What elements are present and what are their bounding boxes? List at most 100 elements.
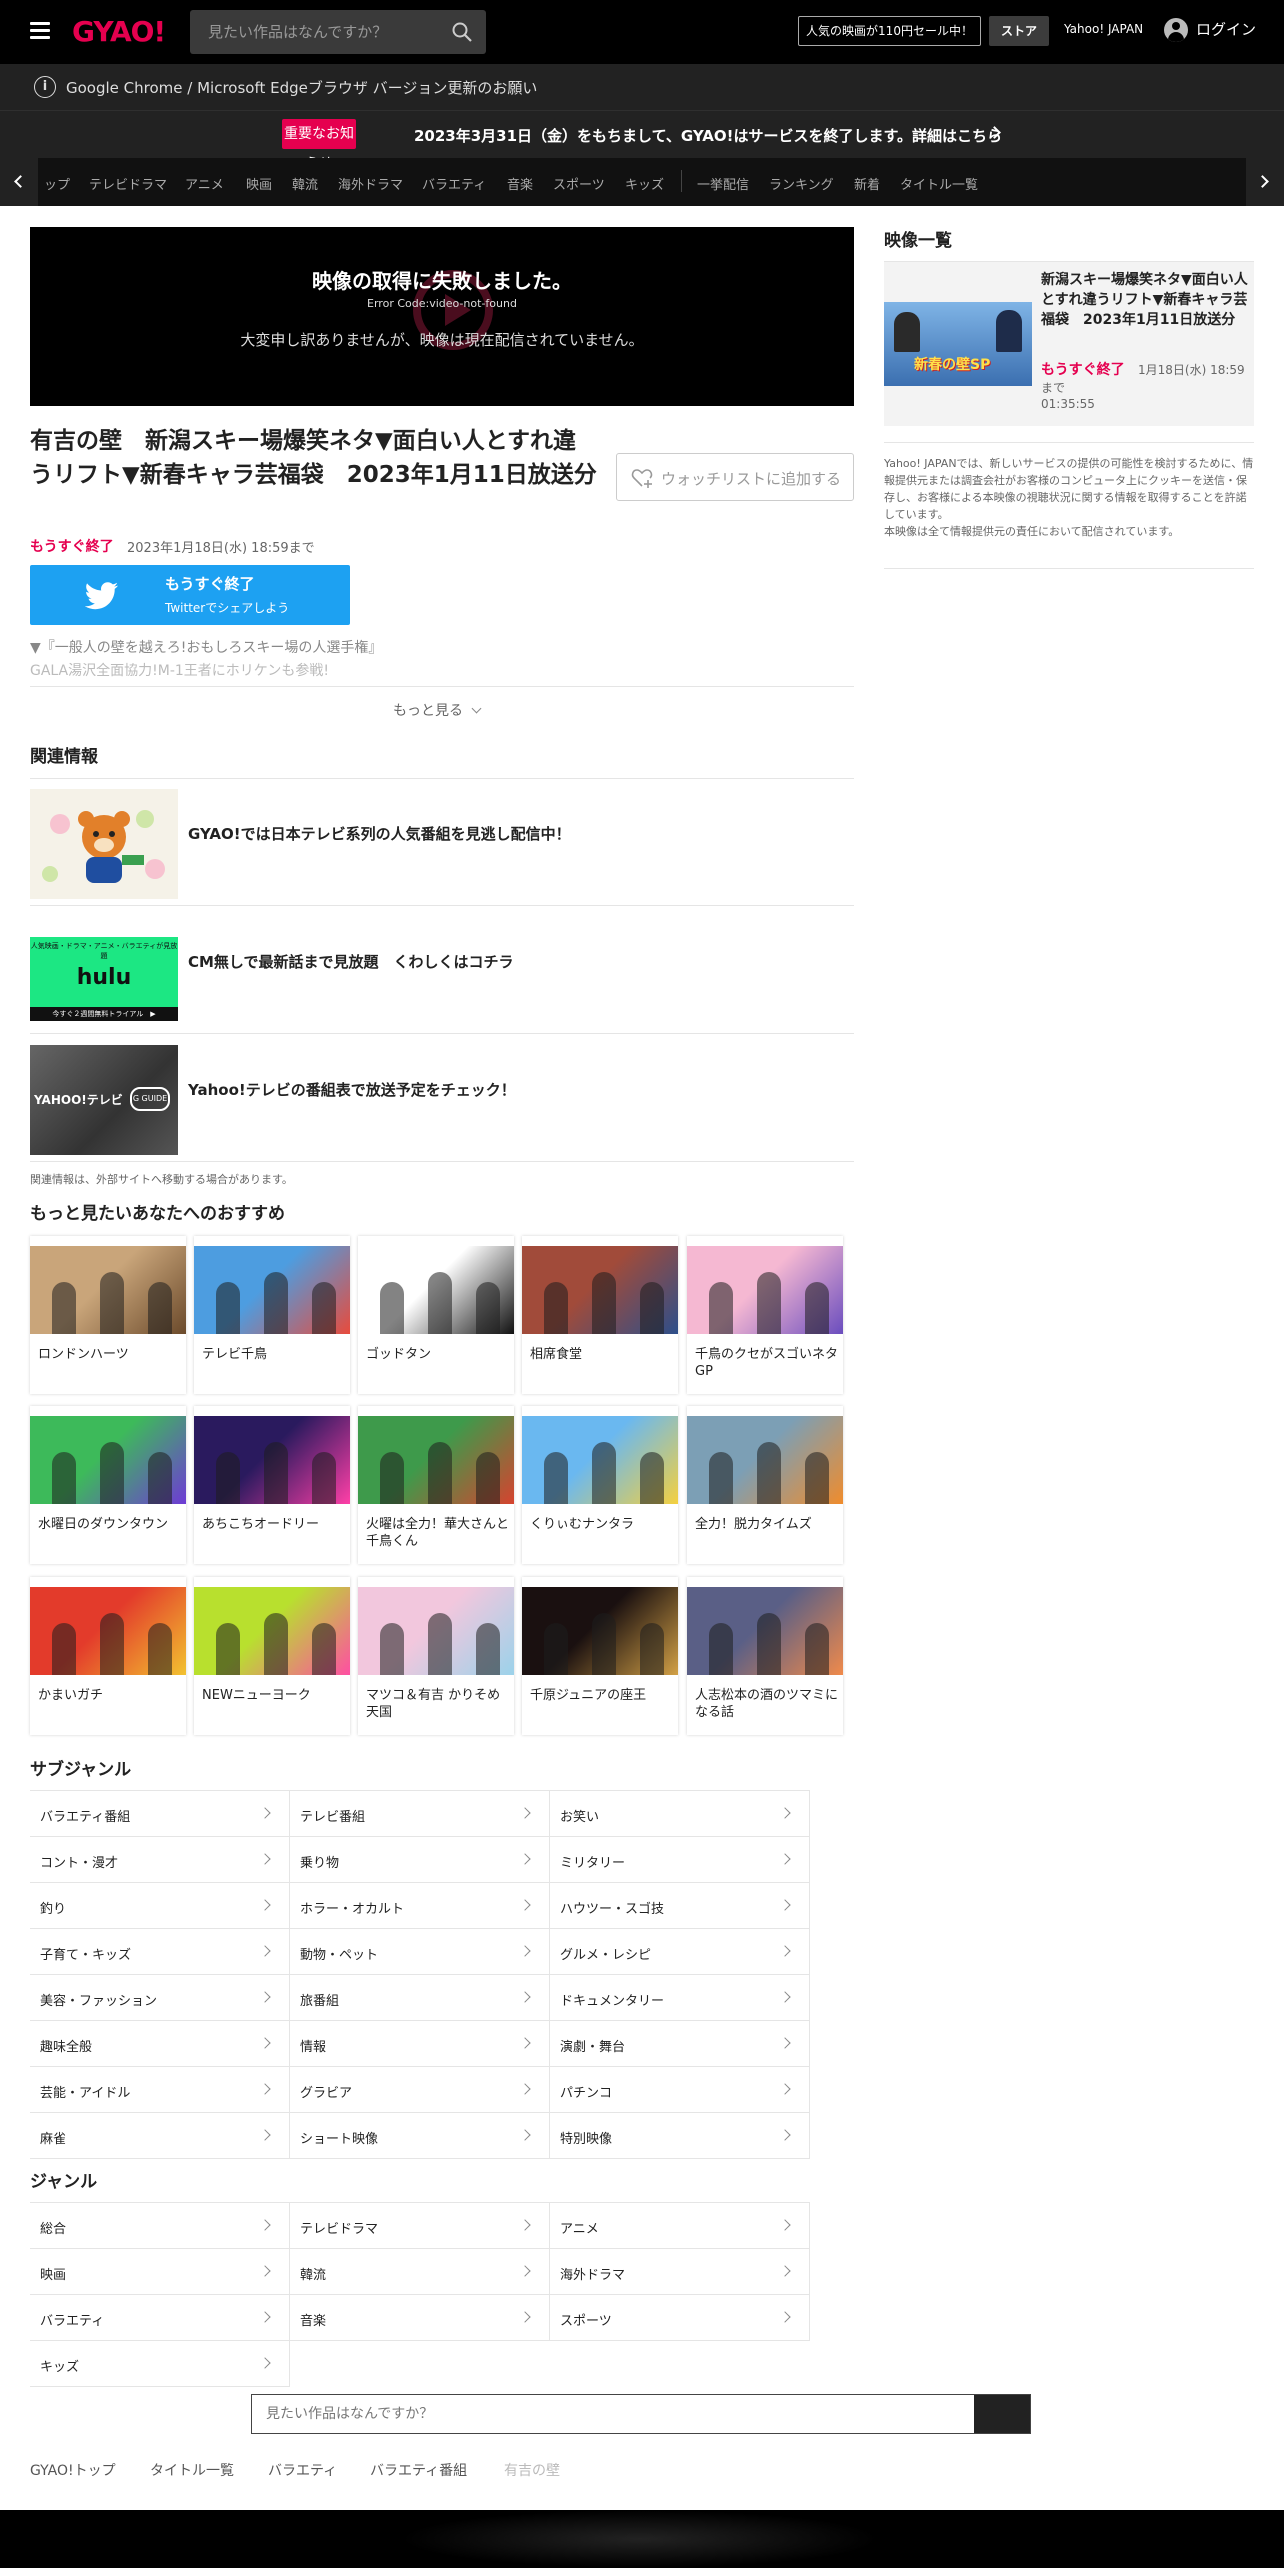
login-button[interactable]: ログイン: [1164, 18, 1256, 42]
recommend-card[interactable]: 水曜日のダウンタウン: [30, 1406, 186, 1564]
breadcrumb-top[interactable]: GYAO!トップ: [30, 2460, 116, 2480]
breadcrumb-title-list[interactable]: タイトル一覧: [150, 2460, 234, 2480]
related-text[interactable]: Yahoo!テレビの番組表で放送予定をチェック！: [188, 1079, 516, 1100]
nav-scroll-right-button[interactable]: [1246, 158, 1284, 206]
subgenre-link[interactable]: コント・漫才: [30, 1837, 290, 1883]
nav-item-top[interactable]: ップ: [44, 174, 70, 193]
subgenre-link[interactable]: グルメ・レシピ: [550, 1929, 810, 1975]
nav-item-overseas-drama[interactable]: 海外ドラマ: [338, 174, 403, 193]
browser-notice-bar[interactable]: i Google Chrome / Microsoft Edgeブラウザ バージ…: [0, 64, 1284, 110]
recommend-card[interactable]: かまいガチ: [30, 1577, 186, 1735]
subgenre-link[interactable]: 乗り物: [290, 1837, 550, 1883]
subgenre-link[interactable]: 美容・ファッション: [30, 1975, 290, 2021]
video-player[interactable]: 映像の取得に失敗しました。 Error Code:video-not-found…: [30, 227, 854, 406]
genre-link[interactable]: テレビドラマ: [290, 2203, 550, 2249]
gyao-logo[interactable]: GYAO!: [72, 15, 166, 48]
recommend-card[interactable]: テレビ千鳥: [194, 1236, 350, 1394]
search-input[interactable]: [190, 10, 440, 54]
bottom-search-input[interactable]: [252, 2395, 974, 2433]
subgenre-link[interactable]: 動物・ペット: [290, 1929, 550, 1975]
recommend-card[interactable]: 相席食堂: [522, 1236, 678, 1394]
recommend-card[interactable]: くりぃむナンタラ: [522, 1406, 678, 1564]
subgenre-link[interactable]: ホラー・オカルト: [290, 1883, 550, 1929]
recommend-card[interactable]: NEWニューヨーク: [194, 1577, 350, 1735]
bottom-search-button[interactable]: [974, 2395, 1030, 2433]
subgenre-link[interactable]: 情報: [290, 2021, 550, 2067]
subgenre-link[interactable]: バラエティ番組: [30, 1791, 290, 1837]
nav-item-kids[interactable]: キッズ: [625, 174, 664, 193]
subgenre-link[interactable]: 子育て・キッズ: [30, 1929, 290, 1975]
subgenre-link[interactable]: 旅番組: [290, 1975, 550, 2021]
promo-button[interactable]: 人気の映画が110円セール中！: [798, 16, 981, 46]
nav-item-sports[interactable]: スポーツ: [553, 174, 605, 193]
subgenre-link[interactable]: 特別映像: [550, 2113, 810, 2159]
sidebar-video-item[interactable]: 新春の壁SP 新潟スキー場爆笑ネタ▼面白い人とすれ違うリフト▼新春キャラ芸福袋 …: [884, 262, 1254, 426]
related-item[interactable]: YAHOO!テレビ G GUIDE Yahoo!テレビの番組表で放送予定をチェッ…: [30, 1035, 854, 1162]
twitter-share-button[interactable]: もうすぐ終了 Twitterでシェアしよう: [30, 565, 350, 625]
recommend-card[interactable]: 千鳥のクセがスゴいネタGP: [687, 1236, 843, 1394]
related-item[interactable]: 人気映画・ドラマ・アニメ・バラエティが見放題 hulu 今すぐ２週間無料トライア…: [30, 907, 854, 1034]
important-notice-bar[interactable]: 重要なお知らせ 2023年3月31日（金）をもちまして、GYAO!はサービスを終…: [0, 110, 1284, 172]
menu-icon[interactable]: [30, 22, 50, 39]
nav-item-new[interactable]: 新着: [854, 174, 880, 193]
genre-link[interactable]: 総合: [30, 2203, 290, 2249]
genre-link[interactable]: 映画: [30, 2249, 290, 2295]
subgenre-link[interactable]: 演劇・舞台: [550, 2021, 810, 2067]
genre-link[interactable]: 音楽: [290, 2295, 550, 2341]
subgenre-link[interactable]: 芸能・アイドル: [30, 2067, 290, 2113]
person-figure: [264, 1442, 288, 1504]
subgenre-link[interactable]: ドキュメンタリー: [550, 1975, 810, 2021]
yahoo-japan-link[interactable]: Yahoo! JAPAN: [1064, 22, 1143, 36]
recommend-card[interactable]: 千原ジュニアの座王: [522, 1577, 678, 1735]
nav-item-anime[interactable]: アニメ: [185, 174, 224, 193]
subgenre-label: 動物・ペット: [300, 1948, 379, 1963]
subgenre-link[interactable]: グラビア: [290, 2067, 550, 2113]
subgenre-link[interactable]: ミリタリー: [550, 1837, 810, 1883]
recommend-card[interactable]: 火曜は全力！華大さんと千鳥くん: [358, 1406, 514, 1564]
nav-item-music[interactable]: 音楽: [507, 174, 533, 193]
nav-item-binge[interactable]: 一挙配信: [697, 174, 749, 193]
subgenre-link[interactable]: 趣味全般: [30, 2021, 290, 2067]
genre-link[interactable]: キッズ: [30, 2341, 290, 2387]
person-figure: [894, 312, 920, 352]
add-to-watchlist-button[interactable]: ウォッチリストに追加する: [616, 453, 854, 501]
genre-link[interactable]: バラエティ: [30, 2295, 290, 2341]
subgenre-link[interactable]: 釣り: [30, 1883, 290, 1929]
sidebar-video-title[interactable]: 新潟スキー場爆笑ネタ▼面白い人とすれ違うリフト▼新春キャラ芸福袋 2023年1月…: [1041, 270, 1249, 330]
subgenre-link[interactable]: パチンコ: [550, 2067, 810, 2113]
nav-item-drama[interactable]: テレビドラマ: [89, 174, 167, 193]
breadcrumb-variety-show[interactable]: バラエティ番組: [370, 2460, 467, 2480]
recommend-card[interactable]: マツコ＆有吉 かりそめ天国: [358, 1577, 514, 1735]
subgenre-link[interactable]: ハウツー・スゴ技: [550, 1883, 810, 1929]
breadcrumb-variety[interactable]: バラエティ: [268, 2460, 337, 2480]
related-item[interactable]: GYAO!では日本テレビ系列の人気番組を見逃し配信中！: [30, 779, 854, 906]
show-more-label: もっと見る: [393, 703, 463, 719]
browser-notice-text[interactable]: Google Chrome / Microsoft Edgeブラウザ バージョン…: [66, 77, 537, 98]
recommend-card[interactable]: ロンドンハーツ: [30, 1236, 186, 1394]
related-text[interactable]: GYAO!では日本テレビ系列の人気番組を見逃し配信中！: [188, 823, 571, 844]
nav-item-movie[interactable]: 映画: [246, 174, 272, 193]
search-icon[interactable]: [452, 22, 472, 42]
subgenre-link[interactable]: ショート映像: [290, 2113, 550, 2159]
genre-link[interactable]: スポーツ: [550, 2295, 810, 2341]
recommend-card[interactable]: 全力！脱力タイムズ: [687, 1406, 843, 1564]
nav-item-kanryu[interactable]: 韓流: [292, 174, 318, 193]
subgenre-link[interactable]: お笑い: [550, 1791, 810, 1837]
recommend-card[interactable]: ゴッドタン: [358, 1236, 514, 1394]
subgenre-link[interactable]: テレビ番組: [290, 1791, 550, 1837]
nav-item-title-list[interactable]: タイトル一覧: [900, 174, 978, 193]
subgenre-link[interactable]: 麻雀: [30, 2113, 290, 2159]
genre-link[interactable]: 海外ドラマ: [550, 2249, 810, 2295]
store-button[interactable]: ストア: [989, 16, 1049, 46]
genre-link[interactable]: 韓流: [290, 2249, 550, 2295]
recommend-card[interactable]: あちこちオードリー: [194, 1406, 350, 1564]
nav-scroll-left-button[interactable]: [0, 158, 38, 206]
person-figure: [148, 1623, 172, 1675]
genre-link[interactable]: アニメ: [550, 2203, 810, 2249]
related-text[interactable]: CM無しで最新話まで見放題 くわしくはコチラ: [188, 951, 514, 972]
show-more-button[interactable]: もっと見る: [393, 700, 482, 720]
nav-item-ranking[interactable]: ランキング: [769, 174, 834, 193]
nav-item-variety[interactable]: バラエティ: [422, 174, 486, 193]
important-text[interactable]: 2023年3月31日（金）をもちまして、GYAO!はサービスを終了します。詳細は…: [414, 125, 1002, 146]
recommend-card[interactable]: 人志松本の酒のツマミになる話: [687, 1577, 843, 1735]
